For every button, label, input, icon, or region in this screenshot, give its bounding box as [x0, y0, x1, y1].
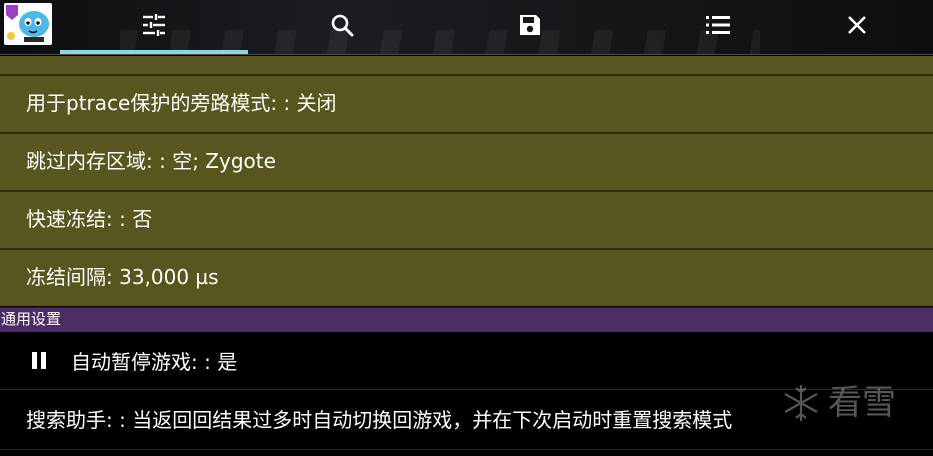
setting-label: 自动暂停游戏: : 是: [71, 350, 238, 374]
setting-fast-freeze[interactable]: 快速冻结: : 否: [0, 190, 933, 246]
snowflake-icon: [784, 385, 818, 421]
setting-label: 跳过内存区域: : 空; Zygote: [26, 149, 276, 173]
tab-settings[interactable]: [60, 0, 248, 50]
gameguardian-settings-screen: 用于ptrace保护的旁路模式: : 关闭 跳过内存区域: : 空; Zygot…: [0, 0, 933, 456]
close-button[interactable]: [810, 0, 933, 50]
section-header-general: 通用设置: [0, 307, 933, 332]
setting-skip-memory-regions[interactable]: 跳过内存区域: : 空; Zygote: [0, 132, 933, 188]
search-icon: [331, 14, 354, 37]
section-header-label: 通用设置: [1, 310, 62, 328]
tab-save[interactable]: [436, 0, 624, 50]
tab-list[interactable]: [624, 0, 812, 50]
gameguardian-logo-icon: [4, 3, 52, 45]
watermark: 看雪: [780, 378, 930, 428]
setting-label: 快速冻结: : 否: [26, 207, 153, 231]
setting-label: 冻结间隔: 33,000 µs: [26, 265, 219, 289]
active-tab-indicator: [60, 50, 248, 54]
app-logo[interactable]: [4, 3, 52, 45]
pause-icon: [32, 352, 46, 369]
setting-freeze-interval[interactable]: 冻结间隔: 33,000 µs: [0, 248, 933, 306]
list-icon: [706, 16, 730, 34]
tab-search[interactable]: [248, 0, 436, 50]
top-toolbar: [0, 0, 933, 55]
settings-sliders-icon: [143, 14, 165, 36]
setting-label: 搜索助手: : 当返回回结果过多时自动切换回游戏，并在下次启动时重置搜索模式: [26, 408, 733, 432]
setting-label: 用于ptrace保护的旁路模式: : 关闭: [26, 91, 337, 115]
advanced-settings-list: 用于ptrace保护的旁路模式: : 关闭 跳过内存区域: : 空; Zygot…: [0, 56, 933, 306]
watermark-text: 看雪: [828, 383, 896, 423]
setting-ptrace-bypass[interactable]: 用于ptrace保护的旁路模式: : 关闭: [0, 74, 933, 130]
save-icon: [520, 15, 540, 35]
close-icon: [848, 16, 866, 34]
